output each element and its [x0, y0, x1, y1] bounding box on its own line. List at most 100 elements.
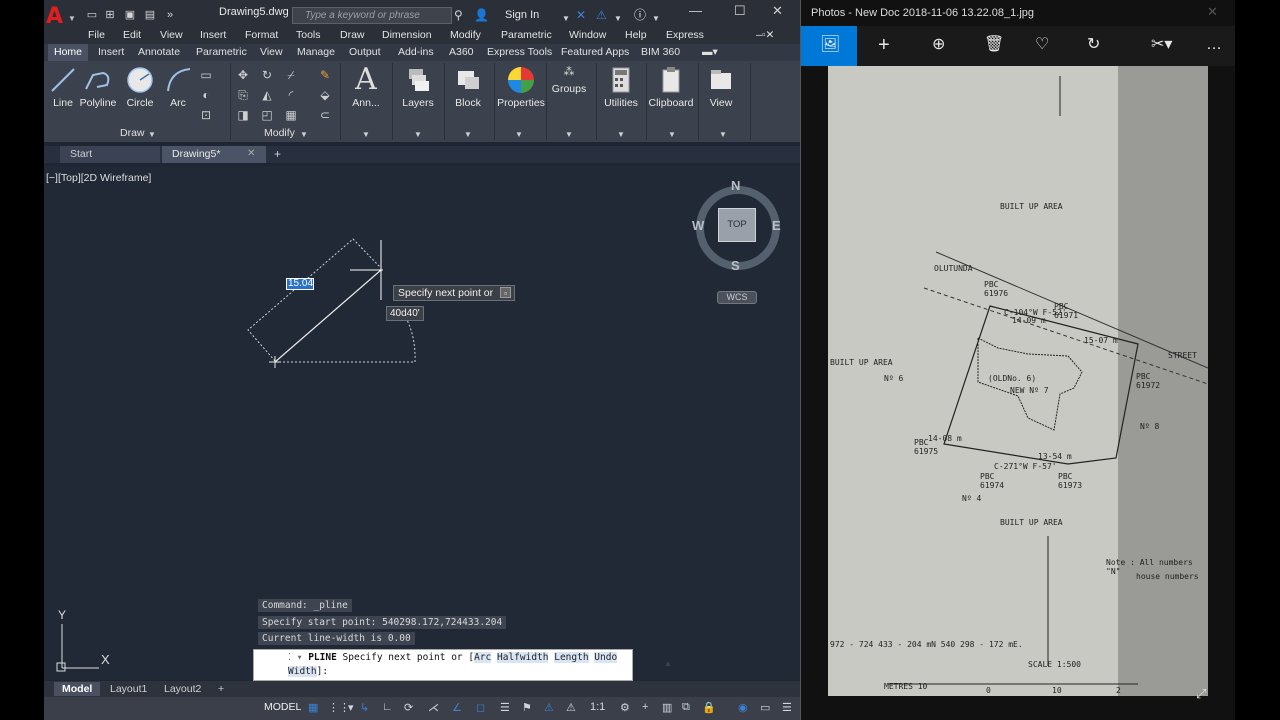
maximize-icon[interactable]: ☐	[734, 3, 746, 19]
option-length[interactable]: Length	[554, 652, 589, 663]
polar-tracking-icon[interactable]: ⟳	[404, 701, 413, 714]
survey-plan-photo[interactable]: BUILT UP AREA OLUTUNDA BUILT UP AREA Nº …	[828, 66, 1208, 696]
explode-icon[interactable]: ⬙	[316, 87, 334, 103]
block-button[interactable]: Block	[448, 61, 488, 109]
draw-panel-label[interactable]: Draw	[120, 127, 145, 139]
snap-dropdown-icon[interactable]: ▾	[348, 701, 354, 714]
menu-file[interactable]: File	[88, 29, 105, 41]
array-icon[interactable]: ▦	[282, 107, 300, 123]
infer-constraints-icon[interactable]: ↳	[360, 701, 369, 714]
autodesk-a360-icon[interactable]: ⚠	[596, 7, 607, 23]
a360-dropdown-icon[interactable]: ▼	[614, 11, 622, 27]
photos-close-icon[interactable]: ✕	[1207, 4, 1218, 20]
clipboard-button[interactable]: Clipboard	[648, 61, 694, 109]
viewcube-west[interactable]: W	[692, 218, 704, 233]
lineweight-icon[interactable]: ☰	[500, 701, 510, 714]
draw-panel-expand-icon[interactable]: ▼	[148, 130, 156, 139]
viewcube[interactable]: N W E S TOP	[692, 178, 782, 278]
search-input[interactable]: Type a keyword or phrase	[292, 7, 452, 24]
ortho-icon[interactable]: ∟	[382, 701, 393, 713]
user-icon[interactable]: 👤	[474, 7, 489, 23]
quick-properties-icon[interactable]: ⧉	[682, 701, 690, 714]
grid-icon[interactable]: ▦	[308, 701, 318, 714]
option-arc[interactable]: Arc	[474, 652, 492, 663]
angle-input[interactable]: 40d40'	[386, 306, 424, 321]
tab-a360[interactable]: A360	[449, 46, 474, 58]
rotate-icon[interactable]: ↻	[1087, 36, 1100, 54]
menu-view[interactable]: View	[160, 29, 183, 41]
menu-tools[interactable]: Tools	[296, 29, 321, 41]
menu-dimension[interactable]: Dimension	[382, 29, 432, 41]
file-tab-start[interactable]: Start	[60, 146, 160, 163]
tab-output[interactable]: Output	[349, 46, 381, 58]
menu-window[interactable]: Window	[569, 29, 606, 41]
move-icon[interactable]: ✥	[234, 67, 252, 83]
tab-annotate[interactable]: Annotate	[138, 46, 180, 58]
drawing-viewport[interactable]: [−][Top][2D Wireframe] 15.04 Specify nex…	[44, 166, 800, 680]
scale-icon[interactable]: ◰	[258, 107, 276, 123]
boundary-icon[interactable]: ⊡	[197, 107, 215, 123]
viewcube-top-face[interactable]: TOP	[718, 208, 756, 242]
help-icon[interactable]: ⓘ	[634, 7, 646, 23]
trim-icon[interactable]: ⌿	[282, 67, 300, 83]
menu-help[interactable]: Help	[625, 29, 647, 41]
option-width[interactable]: Width	[288, 666, 317, 677]
tab-parametric[interactable]: Parametric	[196, 46, 247, 58]
save-as-icon[interactable]: ▤	[142, 8, 158, 22]
add-layout-icon[interactable]: +	[210, 682, 232, 696]
snap-icon[interactable]: ⋮⋮	[328, 701, 350, 714]
menu-insert[interactable]: Insert	[200, 29, 226, 41]
viewcube-south[interactable]: S	[731, 258, 740, 273]
auto-scale-icon[interactable]: ⚠	[566, 701, 576, 714]
add-icon[interactable]: +	[878, 35, 890, 55]
hatch-icon[interactable]: ◐	[197, 87, 215, 103]
dimension-length-input[interactable]: 15.04	[286, 278, 314, 290]
binoculars-icon[interactable]: ⚲	[454, 7, 463, 23]
annotation-monitor-icon[interactable]: +	[642, 701, 648, 713]
properties-expand-icon[interactable]: ▼	[515, 130, 523, 139]
app-menu-arrow-icon[interactable]: ▼	[68, 14, 76, 23]
groups-expand-icon[interactable]: ▼	[565, 130, 573, 139]
layout-tab-layout2[interactable]: Layout2	[156, 682, 209, 696]
close-tab-icon[interactable]: ✕	[247, 148, 255, 159]
menu-express[interactable]: Express	[666, 29, 704, 41]
viewcube-north[interactable]: N	[731, 178, 740, 193]
isolate-objects-icon[interactable]: ◉	[738, 701, 748, 714]
minimize-icon[interactable]: —	[689, 3, 702, 18]
lock-ui-icon[interactable]: 🔒	[702, 701, 716, 714]
model-space-toggle[interactable]: MODEL	[264, 701, 301, 713]
layers-button[interactable]: Layers	[396, 61, 440, 109]
tab-express-tools[interactable]: Express Tools	[487, 46, 552, 58]
save-icon[interactable]: ▣	[122, 8, 138, 22]
wcs-menu[interactable]: WCS	[717, 291, 757, 304]
annotation-expand-icon[interactable]: ▼	[362, 130, 370, 139]
more-icon[interactable]: …	[1206, 36, 1222, 54]
erase-icon[interactable]: ✎	[316, 67, 334, 83]
close-icon[interactable]: ✕	[772, 3, 783, 19]
delete-icon[interactable]: 🗑	[984, 36, 1004, 54]
sign-in-link[interactable]: Sign In	[505, 9, 539, 21]
favorite-icon[interactable]: ♡	[1035, 36, 1049, 54]
viewcube-east[interactable]: E	[772, 218, 781, 233]
menu-format[interactable]: Format	[245, 29, 278, 41]
object-snap-tracking-icon[interactable]: ∠	[452, 701, 462, 714]
new-file-icon[interactable]: ▭	[84, 8, 100, 22]
sign-in-dropdown-icon[interactable]: ▼	[562, 11, 570, 27]
annotation-scale[interactable]: 1:1	[590, 701, 605, 713]
customization-icon[interactable]: ☰	[782, 701, 792, 714]
units-icon[interactable]: ▥	[662, 701, 672, 714]
workspace-gear-icon[interactable]: ⚙	[620, 701, 630, 714]
utilities-expand-icon[interactable]: ▼	[617, 130, 625, 139]
layers-expand-icon[interactable]: ▼	[414, 130, 422, 139]
layout-tab-model[interactable]: Model	[54, 682, 101, 696]
menu-modify[interactable]: Modify	[450, 29, 481, 41]
edit-icon[interactable]: ✂▾	[1151, 36, 1172, 54]
object-snap-icon[interactable]: ◻	[476, 701, 485, 714]
modify-panel-expand-icon[interactable]: ▼	[300, 130, 308, 139]
command-history-toggle-icon[interactable]: ▲	[664, 659, 672, 668]
rotate-icon[interactable]: ↻	[258, 67, 276, 83]
option-undo[interactable]: Undo	[594, 652, 618, 663]
tab-addins[interactable]: Add-ins	[398, 46, 434, 58]
view-expand-icon[interactable]: ▼	[719, 130, 727, 139]
mirror-icon[interactable]: ◭	[258, 87, 276, 103]
